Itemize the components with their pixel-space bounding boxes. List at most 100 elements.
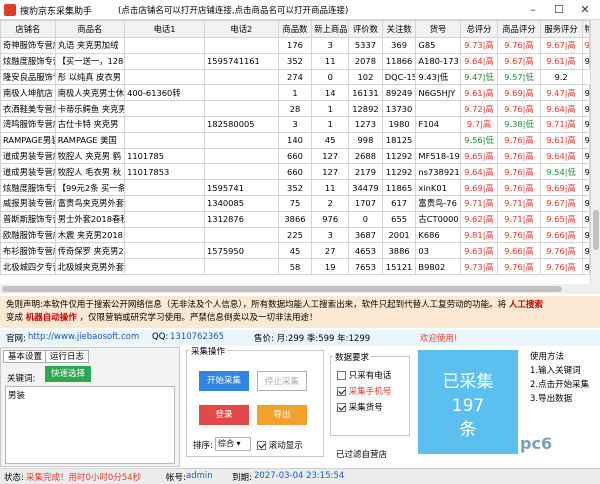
minimize-icon[interactable]: – bbox=[520, 2, 546, 18]
column-header[interactable]: 服务评分 bbox=[539, 20, 583, 38]
table-cell: 9.71|高 bbox=[459, 194, 499, 212]
table-row[interactable]: 奇神服饰专营店丸语 夹克男加绒 17635337369G859.73|高9.76|… bbox=[0, 37, 591, 54]
column-header[interactable]: 评价数 bbox=[348, 20, 383, 38]
site-link[interactable]: http://www.jiebaosoft.com bbox=[28, 332, 139, 342]
autoscroll-option[interactable]: 滚动显示 bbox=[257, 439, 303, 451]
table-cell: 9.76|高 bbox=[497, 100, 541, 117]
table-row[interactable]: 北极城四夕专营店北极城夹克男外套 5819765315121B98029.73|高… bbox=[0, 258, 591, 275]
export-button[interactable]: 导出 bbox=[257, 405, 307, 425]
table-cell: 9.64|高 bbox=[539, 100, 583, 117]
stop-collect-button[interactable]: 停止采集 bbox=[257, 371, 307, 391]
sort-select[interactable]: 综合 ▾ bbox=[215, 437, 251, 451]
table-cell[interactable]: 牧腔人 毛衣男 秋 bbox=[54, 163, 126, 181]
table-cell: 9.61|高 bbox=[459, 84, 499, 102]
table-cell[interactable]: 【99元2条 买一条 bbox=[54, 179, 126, 196]
table-cell: 9.76|高 bbox=[497, 37, 541, 54]
column-header[interactable]: 电话2 bbox=[204, 20, 279, 38]
table-cell[interactable]: 木震 夹克男2018 bbox=[54, 226, 126, 244]
column-header[interactable]: 店铺名 bbox=[0, 20, 56, 38]
table-cell[interactable]: 道成男装专营店 bbox=[0, 163, 56, 181]
table-cell[interactable]: 道成男装专营店 bbox=[0, 147, 56, 165]
table-cell[interactable]: 湾鸣服饰专营店 bbox=[0, 115, 56, 133]
qq-link[interactable]: 1310762365 bbox=[170, 332, 224, 342]
sort-label: 排序: bbox=[193, 441, 213, 451]
table-row[interactable]: 衣洒鞋美专营店卡蒂乐鳄鱼 夹克男 2811289213730 9.72|高9.76|… bbox=[0, 100, 591, 117]
quick-select-button[interactable]: 快速选择 bbox=[45, 366, 91, 382]
table-cell: 9.43|低 bbox=[415, 68, 461, 86]
autoscroll-checkbox[interactable] bbox=[257, 441, 266, 450]
table-row[interactable]: 道成男装专营店牧腔人 毛衣男 秋11017853 660127217911292n… bbox=[0, 163, 591, 181]
table-cell[interactable]: RAMPAGE 美国 bbox=[54, 131, 126, 149]
sku-option[interactable]: 采集货号 bbox=[337, 401, 383, 413]
phone-option[interactable]: 采集手机号 bbox=[337, 385, 391, 397]
table-cell[interactable]: 普斯斯服饰专营店 bbox=[0, 210, 56, 228]
table-cell: 9.8 bbox=[581, 115, 591, 133]
table-cell: 9.7 bbox=[581, 226, 591, 244]
column-header[interactable]: 商品数 bbox=[277, 20, 313, 38]
account-label: 帐号: bbox=[166, 473, 186, 483]
table-cell[interactable]: 【买一送一，128 bbox=[54, 52, 126, 70]
vertical-scrollbar[interactable] bbox=[590, 20, 600, 284]
table-cell[interactable]: 布衫服饰专营店 bbox=[0, 242, 56, 260]
table-row[interactable]: RAMPAGE男装旗RAMPAGE 美国14045998181259.56|低9… bbox=[0, 131, 591, 149]
column-header[interactable]: 商品名 bbox=[54, 20, 126, 38]
column-header[interactable]: 物流评 bbox=[581, 20, 591, 38]
table-cell[interactable]: 古仕卡特 夹克男 bbox=[54, 115, 126, 133]
table-cell[interactable]: 南极人夹克男士休 bbox=[54, 84, 126, 102]
table-row[interactable]: 炫融度服饰专营店【买一送一，128 15957411613521120781186… bbox=[0, 52, 591, 70]
table-cell: 9.69|高 bbox=[539, 179, 583, 196]
table-cell[interactable]: 南极人坤航店 bbox=[0, 84, 56, 102]
table-cell[interactable]: 牧腔人 夹克男 鹤 bbox=[54, 147, 126, 165]
table-cell[interactable]: 卡蒂乐鳄鱼 夹克男 bbox=[54, 100, 126, 117]
column-header[interactable]: 关注数 bbox=[381, 20, 417, 38]
horizontal-scrollbar[interactable] bbox=[0, 284, 600, 294]
table-row[interactable]: 湾鸣服饰专营店古仕卡特 夹克男1825800053112731980F1049.… bbox=[0, 115, 591, 133]
table-cell[interactable]: RAMPAGE男装旗 bbox=[0, 131, 56, 149]
column-header[interactable]: 新上商品 bbox=[311, 20, 350, 38]
column-header[interactable]: 总评分 bbox=[459, 20, 499, 38]
table-cell[interactable]: 炫融度服饰专营店 bbox=[0, 52, 56, 70]
column-header[interactable]: 货号 bbox=[415, 20, 461, 38]
table-row[interactable]: 威报男装专营店富贵鸟夹克男外套13400857521707617富贵鸟-769.… bbox=[0, 194, 591, 212]
table-cell[interactable]: 炫融度服饰专营店 bbox=[0, 179, 56, 196]
table-cell[interactable]: 北极城夹克男外套 bbox=[54, 258, 126, 275]
tab-run-log[interactable]: 运行日志 bbox=[45, 350, 90, 363]
start-collect-button[interactable]: 开始采集 bbox=[199, 371, 249, 391]
vertical-scroll-thumb[interactable] bbox=[593, 210, 599, 250]
login-button[interactable]: 登录 bbox=[199, 405, 249, 425]
table-cell[interactable]: 奇神服饰专营店 bbox=[0, 37, 56, 54]
table-cell bbox=[124, 68, 206, 86]
table-row[interactable]: 南极人坤航店 南极人夹克男士休 400-61360转 1 14 16131 89249 N6G… bbox=[0, 84, 591, 102]
table-cell[interactable]: 威报男装专营店 bbox=[0, 194, 56, 212]
keyword-input[interactable]: 男装 bbox=[5, 386, 175, 464]
horizontal-scroll-thumb[interactable] bbox=[2, 286, 562, 292]
table-row[interactable]: 布衫服饰专营店传奇保罗 夹克男21575950452746533886039.6… bbox=[0, 242, 591, 260]
table-cell[interactable]: 男士外套2018春秋 bbox=[54, 210, 126, 228]
table-cell[interactable]: 衣洒鞋美专营店 bbox=[0, 100, 56, 117]
column-header[interactable]: 商品评分 bbox=[497, 20, 541, 38]
table-cell[interactable]: 彤 以纯真 皮衣男 bbox=[54, 68, 126, 86]
table-row[interactable]: 炫融度服饰专营店【99元2条 买一条 1595741352113447911865… bbox=[0, 179, 591, 196]
table-cell[interactable]: 北极城四夕专营店 bbox=[0, 258, 56, 275]
table-row[interactable]: 欧融服饰专营店木震 夹克男2018225336872001K6869.81|高9… bbox=[0, 226, 591, 244]
table-cell[interactable]: 传奇保罗 夹克男2 bbox=[54, 242, 126, 260]
table-row[interactable]: 隆安良品服饰专营彤 以纯真 皮衣男 2740102DQC-1569.43|低9.4… bbox=[0, 68, 590, 86]
column-header[interactable]: 电话1 bbox=[124, 20, 206, 38]
table-cell: 1 bbox=[277, 84, 313, 102]
table-cell: 176 bbox=[277, 37, 313, 54]
table-cell[interactable]: 欧融服饰专营店 bbox=[0, 226, 56, 244]
table-cell: 369 bbox=[381, 37, 417, 54]
sku-checkbox[interactable] bbox=[337, 403, 346, 412]
maximize-icon[interactable]: ☐ bbox=[546, 2, 572, 18]
table-cell[interactable]: 隆安良品服饰专营 bbox=[0, 68, 56, 86]
disclaimer-line2-post: ，仅限营销或研究学习使用。严禁信息倒卖以及一切非法用途！ bbox=[79, 313, 318, 323]
table-row[interactable]: 道成男装专营店牧腔人 夹克男 鹤1101785 660127268811292MF… bbox=[0, 147, 591, 165]
close-icon[interactable]: ✕ bbox=[572, 2, 598, 18]
phone-checkbox[interactable] bbox=[337, 387, 346, 396]
only-phone-checkbox[interactable] bbox=[337, 371, 346, 380]
table-cell[interactable]: 富贵鸟夹克男外套 bbox=[54, 194, 126, 212]
table-row[interactable]: 普斯斯服饰专营店男士外套2018春秋 131287638669760655古CT0… bbox=[0, 210, 591, 228]
table-cell[interactable]: 丸语 夹克男加绒 bbox=[54, 37, 126, 54]
only-phone-option[interactable]: 只采有电话 bbox=[337, 369, 391, 381]
tab-basic-settings[interactable]: 基本设置 bbox=[3, 350, 48, 363]
